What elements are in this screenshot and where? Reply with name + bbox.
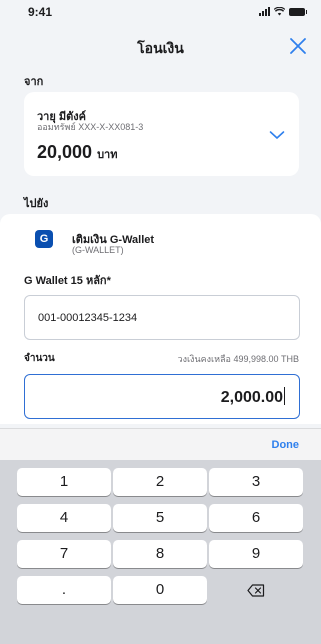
battery-icon <box>289 7 307 16</box>
key-3[interactable]: 3 <box>209 468 303 496</box>
amount-input[interactable]: 2,000.00 <box>24 374 300 419</box>
available-balance: วงเงินคงเหลือ 499,998.00 THB <box>177 354 299 364</box>
done-button[interactable]: Done <box>272 439 300 451</box>
key-1[interactable]: 1 <box>17 468 111 496</box>
text-caret <box>284 387 285 405</box>
key-0[interactable]: 0 <box>113 576 207 604</box>
g-wallet-logo-icon: G <box>35 230 53 248</box>
wifi-icon <box>274 7 285 16</box>
cellular-signal-icon <box>259 7 270 16</box>
keyboard-toolbar: Done <box>0 428 321 460</box>
chevron-down-icon[interactable] <box>269 130 285 140</box>
source-account-balance: 20,000 บาท <box>37 142 117 163</box>
key-8[interactable]: 8 <box>113 540 207 568</box>
amount-value-wrap: 2,000.00 <box>221 387 285 407</box>
key-4[interactable]: 4 <box>17 504 111 532</box>
status-time: 9:41 <box>28 5 53 19</box>
key-decimal[interactable]: . <box>17 576 111 604</box>
from-section-label: จาก <box>24 76 44 88</box>
key-2[interactable]: 2 <box>113 468 207 496</box>
key-5[interactable]: 5 <box>113 504 207 532</box>
source-account-number: ออมทรัพย์ XXX-X-XX081-3 <box>37 122 144 132</box>
amount-label: จำนวน <box>24 353 55 364</box>
currency-unit: บาท <box>97 149 118 161</box>
status-icons <box>259 7 307 16</box>
header: โอนเงิน <box>0 30 321 60</box>
balance-amount: 20,000 <box>37 142 93 162</box>
to-section-label: ไปยัง <box>24 198 49 210</box>
source-account-card[interactable]: วายุ มีตังค์ ออมทรัพย์ XXX-X-XX081-3 20,… <box>24 92 299 176</box>
numeric-keyboard: 1 2 3 4 5 6 7 8 9 . 0 <box>0 460 321 644</box>
key-7[interactable]: 7 <box>17 540 111 568</box>
status-bar: 9:41 <box>0 0 321 24</box>
backspace-icon <box>247 583 265 597</box>
destination-code: (G-WALLET) <box>72 245 124 255</box>
wallet-number-input[interactable] <box>24 295 300 340</box>
close-icon[interactable] <box>287 35 309 57</box>
key-9[interactable]: 9 <box>209 540 303 568</box>
wallet-label-text: G Wallet 15 หลัก <box>24 275 107 287</box>
key-6[interactable]: 6 <box>209 504 303 532</box>
amount-value: 2,000.00 <box>220 389 283 406</box>
page-title: โอนเงิน <box>137 40 184 56</box>
required-mark: * <box>106 275 111 287</box>
backspace-key[interactable] <box>209 576 303 604</box>
wallet-number-label: G Wallet 15 หลัก* <box>24 271 111 289</box>
